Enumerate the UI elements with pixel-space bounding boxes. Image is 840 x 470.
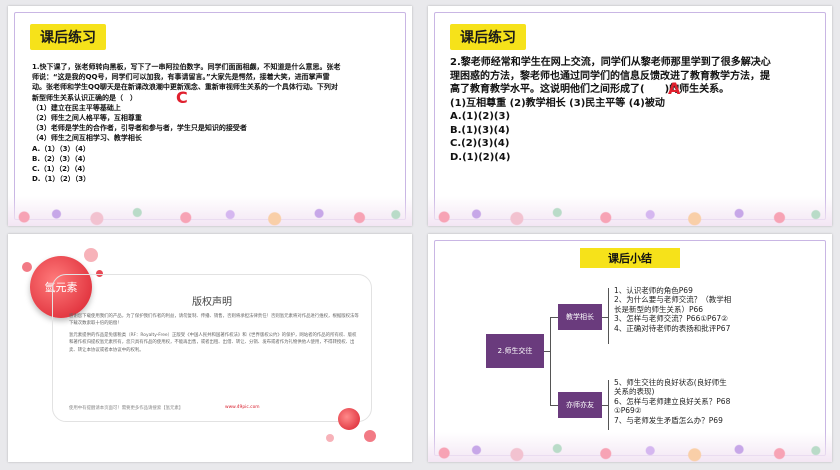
list-item: 4、正确对待老师的表扬和批评P67 bbox=[614, 323, 731, 333]
choice-a: A.(1)(2)(3) bbox=[450, 111, 511, 122]
list-item: 2、为什么要与老师交流？（教学相 bbox=[614, 295, 732, 305]
decor-dot bbox=[338, 408, 360, 430]
question-line: 理困惑的方法，黎老师也通过同学们的信息反馈改进了教育教学方法，提 bbox=[450, 70, 770, 82]
choice-c: C.（1）（2）（4） bbox=[32, 165, 90, 174]
slide-summary[interactable]: 课后小结 2.师生交往 教学相长 亦师亦友 1、认识老师的角色P69 2、为什么… bbox=[428, 234, 832, 462]
answer-mark: A bbox=[668, 79, 681, 98]
slide-copyright[interactable]: 氫元素 版权声明 感谢您下载使用我们的产品，为了保护我们作者的利益，请勿复制、传… bbox=[8, 234, 412, 462]
bracket-line bbox=[608, 380, 609, 430]
option-line: （3）老师是学生的合作者，引导者和参与者，学生只是知识的接受者 bbox=[32, 124, 247, 133]
site-url[interactable]: www.49pic.com bbox=[225, 405, 260, 410]
floral-decoration bbox=[428, 432, 832, 462]
question-line: 师说：“这是我的QQ号，同学们可以加我，有事请留言。”大家先是愕然，接着大笑，进… bbox=[32, 73, 330, 82]
option-line: (1)互相尊重 (2)教学相长 (3)民主平等 (4)被动 bbox=[450, 97, 665, 109]
question-1-text: 1.快下课了，张老师转向黑板，写下了一串阿拉伯数字。同学们面面相觑，不知道是什么… bbox=[32, 62, 392, 184]
exercise-tag: 课后练习 bbox=[30, 24, 106, 50]
bracket-line bbox=[608, 288, 609, 344]
summary-list-2: 5、师生交往的良好状态(良好师生 关系的表现) 6、怎样与老师建立良好关系？P6… bbox=[614, 378, 764, 425]
decor-dot bbox=[326, 434, 334, 442]
summary-list-1: 1、认识老师的角色P69 2、为什么要与老师交流？（教学相 长是新型的师生关系）… bbox=[614, 286, 764, 333]
question-2-text: 2.黎老师经常和学生在网上交流，同学们从黎老师那里学到了很多解决心 理困惑的方法… bbox=[450, 56, 812, 164]
option-line: （4）师生之间互相学习、教学相长 bbox=[32, 134, 142, 143]
list-item: 1、认识老师的角色P69 bbox=[614, 286, 693, 295]
question-line: 2.黎老师经常和学生在网上交流，同学们从黎老师那里学到了很多解决心 bbox=[450, 57, 771, 68]
connector-line bbox=[550, 317, 558, 318]
choice-a: A.（1）（3）（4） bbox=[32, 144, 90, 153]
copyright-paragraph: 感谢您下载使用我们的产品，为了保护我们作者的利益，请勿复制、传播、销售，否则将承… bbox=[69, 314, 359, 327]
decor-dot bbox=[22, 262, 32, 272]
choice-b: B.（2）（3）（4） bbox=[32, 154, 90, 163]
floral-decoration bbox=[8, 196, 412, 226]
mindmap-branch-friends: 亦师亦友 bbox=[558, 392, 602, 418]
option-line: （1）建立在民主平等基础上 bbox=[32, 103, 121, 112]
list-item: 关系的表现) bbox=[614, 387, 655, 397]
choice-b: B.(1)(3)(4) bbox=[450, 124, 510, 136]
list-item: 5、师生交往的良好状态(良好师生 bbox=[614, 378, 727, 387]
copyright-paragraph: 氢元素提供的作品是免版税类（RF：Royalty-Free）正版受《中国人民共和… bbox=[69, 332, 357, 353]
list-item: 3、怎样与老师交流？P66①P67② bbox=[614, 314, 728, 324]
answer-mark: C bbox=[176, 88, 188, 107]
copyright-footer: 使用中有提醒请本页面可！需要更多作品请搜索【氢元素】 bbox=[69, 406, 184, 411]
list-item: 7、与老师发生矛盾怎么办？P69 bbox=[614, 415, 723, 425]
list-item: 6、怎样与老师建立良好关系？P68 bbox=[614, 396, 731, 406]
slide-exercise-2[interactable]: 课后练习 2.黎老师经常和学生在网上交流，同学们从黎老师那里学到了很多解决心 理… bbox=[428, 6, 832, 226]
mindmap-branch-teaching: 教学相长 bbox=[558, 304, 602, 330]
question-line: 新型师生关系认识正确的是（ ） bbox=[32, 93, 137, 102]
decor-dot bbox=[84, 248, 98, 262]
summary-title: 课后小结 bbox=[580, 248, 680, 268]
question-line: 动。张老师和学生QQ聊天是在新课改浪潮中更新观念、重新审视师生关系的一个具体行动… bbox=[32, 83, 338, 92]
connector-line bbox=[550, 405, 558, 406]
choice-c: C.(2)(3)(4) bbox=[450, 138, 510, 149]
copyright-body: 感谢您下载使用我们的产品，为了保护我们作者的利益，请勿复制、传播、销售，否则将承… bbox=[69, 313, 359, 358]
choice-d: D.(1)(2)(4) bbox=[450, 151, 511, 163]
exercise-tag: 课后练习 bbox=[450, 24, 526, 50]
choice-d: D.（1）（2）（3） bbox=[32, 175, 91, 184]
list-item: ①P69② bbox=[614, 406, 642, 416]
decor-dot bbox=[364, 430, 376, 442]
floral-decoration bbox=[428, 196, 832, 226]
slide-exercise-1[interactable]: 课后练习 1.快下课了，张老师转向黑板，写下了一串阿拉伯数字。同学们面面相觑，不… bbox=[8, 6, 412, 226]
list-item: 长是新型的师生关系）P66 bbox=[614, 304, 704, 314]
question-line: 1.快下课了，张老师转向黑板，写下了一串阿拉伯数字。同学们面面相觑，不知道是什么… bbox=[32, 63, 341, 71]
option-line: （2）师生之间人格平等，互相尊重 bbox=[32, 114, 142, 123]
copyright-title: 版权声明 bbox=[192, 297, 232, 308]
connector-line bbox=[550, 317, 551, 405]
question-line: 高了教育教学水平。这说明他们之间形成了( )的师生关系。 bbox=[450, 84, 730, 95]
copyright-notice: 版权声明 感谢您下载使用我们的产品，为了保护我们作者的利益，请勿复制、传播、销售… bbox=[52, 274, 372, 422]
mindmap-root: 2.师生交往 bbox=[486, 334, 544, 368]
